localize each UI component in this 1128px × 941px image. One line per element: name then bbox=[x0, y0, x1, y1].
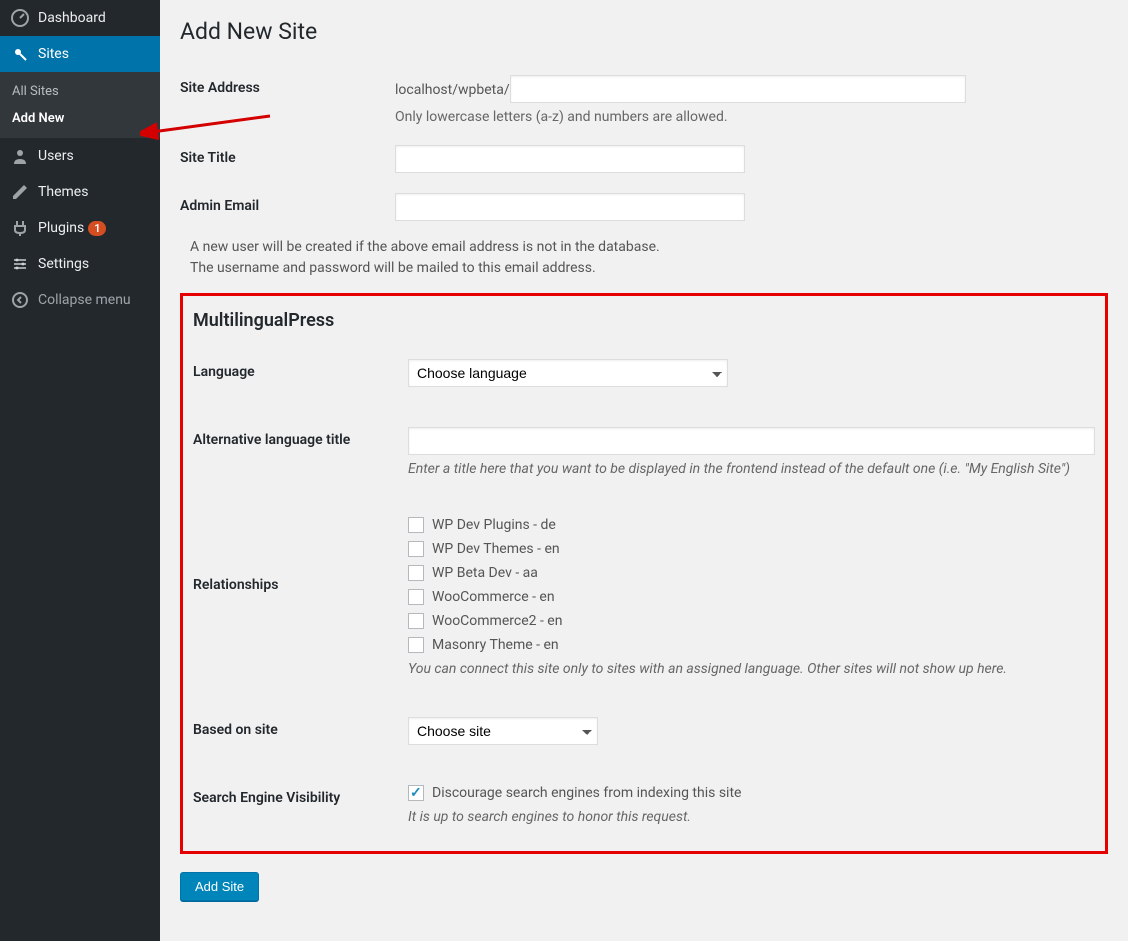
relationship-checkbox[interactable] bbox=[408, 541, 424, 557]
relationship-label: WP Beta Dev - aa bbox=[432, 565, 538, 581]
plugins-icon bbox=[10, 218, 30, 238]
relationship-checkbox[interactable] bbox=[408, 613, 424, 629]
relationship-checkbox[interactable] bbox=[408, 565, 424, 581]
alt-title-label: Alternative language title bbox=[193, 427, 408, 448]
mlp-heading: MultilingualPress bbox=[193, 310, 1095, 331]
sev-checkbox[interactable] bbox=[408, 785, 424, 801]
language-select[interactable]: Choose language bbox=[408, 359, 728, 387]
site-address-label: Site Address bbox=[180, 75, 395, 96]
sev-label: Search Engine Visibility bbox=[193, 785, 408, 806]
collapse-icon bbox=[10, 290, 30, 310]
sidebar-subitem-add-new[interactable]: Add New bbox=[0, 105, 160, 132]
plugins-update-badge: 1 bbox=[88, 221, 106, 236]
page-title: Add New Site bbox=[180, 18, 1108, 45]
admin-sidebar: Dashboard Sites All Sites Add New Users … bbox=[0, 0, 160, 941]
relationship-checkbox[interactable] bbox=[408, 637, 424, 653]
site-title-input[interactable] bbox=[395, 145, 745, 173]
sidebar-subitem-all-sites[interactable]: All Sites bbox=[0, 78, 160, 105]
sidebar-submenu-sites: All Sites Add New bbox=[0, 72, 160, 138]
based-on-label: Based on site bbox=[193, 717, 408, 738]
main-content: Add New Site Site Address localhost/wpbe… bbox=[160, 0, 1128, 941]
new-user-note: A new user will be created if the above … bbox=[180, 237, 1108, 279]
sidebar-item-users[interactable]: Users bbox=[0, 138, 160, 174]
site-address-input[interactable] bbox=[510, 75, 966, 103]
sidebar-item-dashboard[interactable]: Dashboard bbox=[0, 0, 160, 36]
sidebar-item-label: Users bbox=[38, 148, 74, 164]
sev-checkbox-label: Discourage search engines from indexing … bbox=[432, 785, 741, 801]
multilingualpress-panel: MultilingualPress Language Choose langua… bbox=[180, 293, 1108, 854]
sidebar-item-label: Settings bbox=[38, 256, 89, 272]
admin-email-label: Admin Email bbox=[180, 193, 395, 214]
relationship-label: WP Dev Plugins - de bbox=[432, 517, 556, 533]
relationship-label: WooCommerce - en bbox=[432, 589, 555, 605]
relationships-hint: You can connect this site only to sites … bbox=[408, 661, 1095, 677]
relationship-label: WooCommerce2 - en bbox=[432, 613, 562, 629]
based-on-select[interactable]: Choose site bbox=[408, 717, 598, 745]
sidebar-item-themes[interactable]: Themes bbox=[0, 174, 160, 210]
relationships-label: Relationships bbox=[193, 517, 408, 593]
dashboard-icon bbox=[10, 8, 30, 28]
sidebar-item-label: Dashboard bbox=[38, 10, 106, 26]
sidebar-item-settings[interactable]: Settings bbox=[0, 246, 160, 282]
sidebar-item-label: Themes bbox=[38, 184, 88, 200]
relationship-label: WP Dev Themes - en bbox=[432, 541, 560, 557]
language-label: Language bbox=[193, 359, 408, 380]
sidebar-item-label: Sites bbox=[38, 46, 69, 62]
site-title-label: Site Title bbox=[180, 145, 395, 166]
relationship-checkbox[interactable] bbox=[408, 517, 424, 533]
admin-email-input[interactable] bbox=[395, 193, 745, 221]
users-icon bbox=[10, 146, 30, 166]
alt-title-hint: Enter a title here that you want to be d… bbox=[408, 461, 1095, 477]
site-address-hint: Only lowercase letters (a-z) and numbers… bbox=[395, 109, 1108, 125]
sidebar-collapse[interactable]: Collapse menu bbox=[0, 282, 160, 318]
site-address-prefix: localhost/wpbeta/ bbox=[395, 82, 510, 98]
alt-title-input[interactable] bbox=[408, 427, 1095, 455]
sidebar-item-sites[interactable]: Sites bbox=[0, 36, 160, 72]
settings-icon bbox=[10, 254, 30, 274]
add-site-button[interactable]: Add Site bbox=[180, 872, 259, 901]
themes-icon bbox=[10, 182, 30, 202]
sidebar-item-plugins[interactable]: Plugins 1 bbox=[0, 210, 160, 246]
sidebar-item-label: Collapse menu bbox=[38, 292, 131, 308]
sites-icon bbox=[10, 44, 30, 64]
relationship-label: Masonry Theme - en bbox=[432, 637, 559, 653]
sev-hint: It is up to search engines to honor this… bbox=[408, 809, 1095, 825]
relationship-checkbox[interactable] bbox=[408, 589, 424, 605]
sidebar-item-label: Plugins bbox=[38, 220, 84, 236]
